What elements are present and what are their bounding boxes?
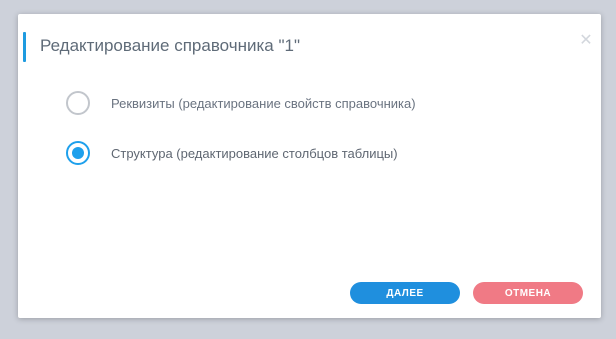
option-requisites[interactable]: Реквизиты (редактирование свойств справо…	[66, 90, 416, 116]
option-structure[interactable]: Структура (редактирование столбцов табли…	[66, 140, 398, 166]
dialog-header: Редактирование справочника "1" ✕	[18, 30, 601, 64]
option-requisites-label: Реквизиты (редактирование свойств справо…	[111, 95, 416, 111]
dialog-title: Редактирование справочника "1"	[40, 36, 301, 55]
title-accent-bar	[23, 32, 26, 62]
close-icon[interactable]: ✕	[577, 32, 595, 50]
next-button[interactable]: ДАЛЕЕ	[350, 282, 460, 304]
radio-requisites[interactable]	[66, 91, 90, 115]
radio-structure[interactable]	[66, 141, 90, 165]
cancel-button[interactable]: ОТМЕНА	[473, 282, 583, 304]
radio-selected-dot	[72, 147, 84, 159]
option-structure-label: Структура (редактирование столбцов табли…	[111, 145, 398, 161]
edit-directory-dialog: Редактирование справочника "1" ✕ Реквизи…	[18, 14, 601, 318]
